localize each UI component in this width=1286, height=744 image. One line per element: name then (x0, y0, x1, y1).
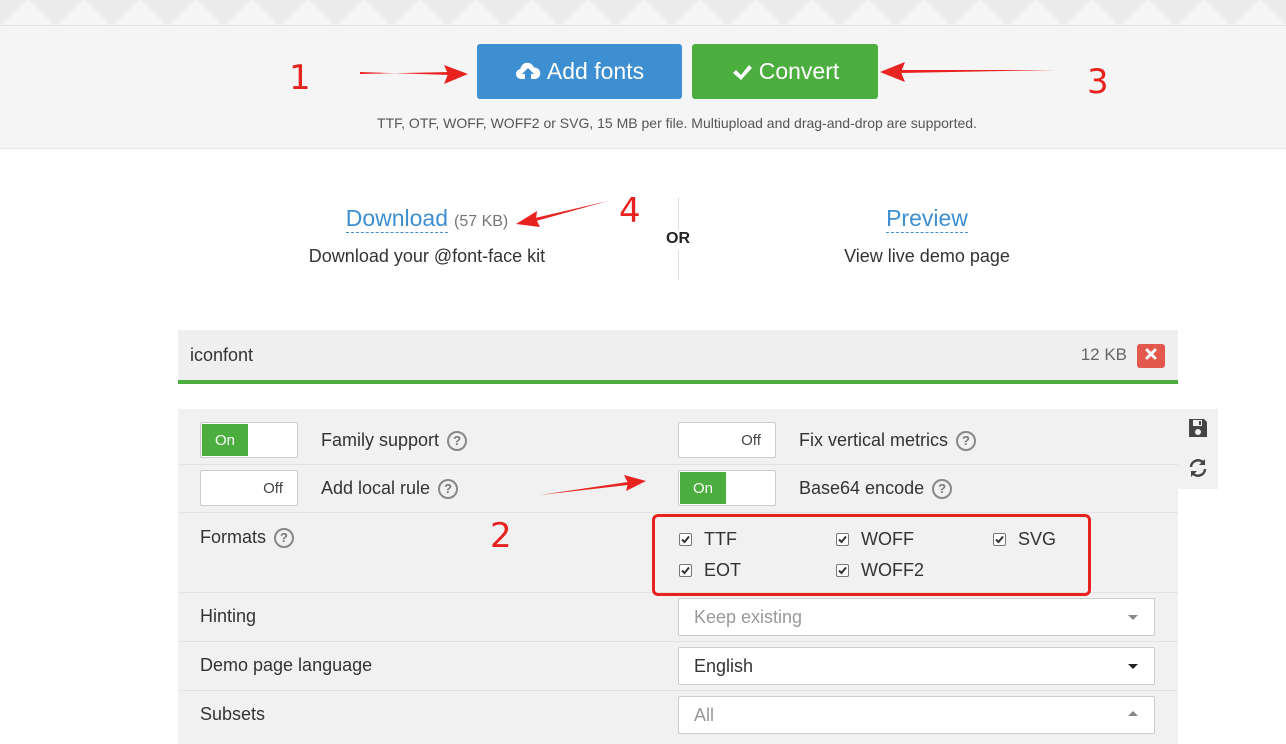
annotation-number-4: 4 (619, 191, 641, 231)
download-size: (57 KB) (454, 213, 509, 230)
font-file-size: 12 KB (1080, 345, 1127, 364)
add-local-rule-text: Add local rule (321, 478, 431, 498)
cloud-upload-icon (515, 61, 541, 83)
preview-block: Preview View live demo page (810, 205, 1044, 267)
toggle-on-state: On (680, 472, 726, 504)
chevron-down-icon (1128, 664, 1138, 669)
fix-vertical-metrics-text: Fix vertical metrics (799, 430, 949, 450)
add-local-rule-label: Add local rule ? (321, 478, 459, 499)
subsets-label: Subsets (200, 704, 266, 724)
preview-subtitle: View live demo page (844, 246, 1010, 266)
preview-link[interactable]: Preview (886, 205, 968, 233)
download-block: Download (57 KB) Download your @font-face… (300, 205, 554, 267)
help-icon[interactable]: ? (932, 478, 953, 499)
font-file-row: iconfont 12 KB (178, 330, 1178, 384)
chevron-down-icon (1128, 615, 1138, 620)
save-icon[interactable] (1187, 417, 1209, 439)
base64-encode-text: Base64 encode (799, 478, 925, 498)
formats-text: Formats (200, 527, 267, 547)
help-icon[interactable]: ? (447, 430, 468, 451)
family-support-label: Family support ? (321, 430, 468, 451)
font-file-name: iconfont (190, 345, 254, 365)
toggle-off-state: Off (741, 431, 761, 449)
subsets-placeholder: All (694, 704, 715, 725)
settings-row-local: Off Add local rule ? On Base64 encode ? (178, 465, 1178, 513)
family-support-text: Family support (321, 430, 440, 450)
help-icon[interactable]: ? (956, 430, 977, 451)
formats-highlight-box (652, 514, 1091, 596)
side-tools (1178, 409, 1218, 489)
fix-vertical-metrics-toggle[interactable]: Off (678, 422, 776, 458)
upload-note: TTF, OTF, WOFF, WOFF2 or SVG, 15 MB per … (377, 115, 977, 131)
subsets-select[interactable]: All (678, 696, 1155, 734)
close-icon (1145, 347, 1157, 365)
add-local-rule-toggle[interactable]: Off (200, 470, 298, 506)
settings-row-hinting: Hinting Keep existing (178, 593, 1178, 642)
annotation-number-2: 2 (490, 516, 512, 556)
toggle-off-state: Off (263, 479, 283, 497)
settings-row-subsets: Subsets All (178, 691, 1178, 744)
annotation-number-3: 3 (1087, 62, 1109, 102)
base64-encode-toggle[interactable]: On (678, 470, 776, 506)
add-fonts-button[interactable]: Add fonts (477, 44, 682, 99)
checkmark-icon (731, 62, 753, 82)
remove-font-button[interactable] (1137, 344, 1165, 368)
family-support-toggle[interactable]: On (200, 422, 298, 458)
formats-label: Formats ? (200, 527, 295, 548)
add-fonts-label: Add fonts (546, 58, 645, 84)
chevron-up-icon (1128, 711, 1138, 716)
convert-label: Convert (758, 58, 840, 84)
help-icon[interactable]: ? (438, 478, 459, 499)
settings-row-family: On Family support ? Off Fix vertical met… (178, 409, 1178, 465)
settings-row-demo-language: Demo page language English (178, 642, 1178, 691)
fix-vertical-metrics-label: Fix vertical metrics ? (799, 430, 977, 451)
demo-language-select[interactable]: English (678, 647, 1155, 685)
help-icon[interactable]: ? (274, 527, 295, 548)
hinting-label: Hinting (200, 606, 257, 626)
header-pattern (0, 0, 1286, 26)
demo-language-label: Demo page language (200, 655, 373, 675)
refresh-icon[interactable] (1187, 457, 1209, 479)
annotation-number-1: 1 (289, 58, 311, 98)
or-label: OR (660, 230, 696, 250)
base64-encode-label: Base64 encode ? (799, 478, 953, 499)
hinting-select[interactable]: Keep existing (678, 598, 1155, 636)
demo-language-value: English (694, 655, 754, 676)
hinting-placeholder: Keep existing (694, 606, 803, 627)
download-subtitle: Download your @font-face kit (308, 246, 546, 266)
download-link[interactable]: Download (345, 205, 449, 233)
convert-button[interactable]: Convert (692, 44, 878, 99)
toggle-on-state: On (202, 424, 248, 456)
